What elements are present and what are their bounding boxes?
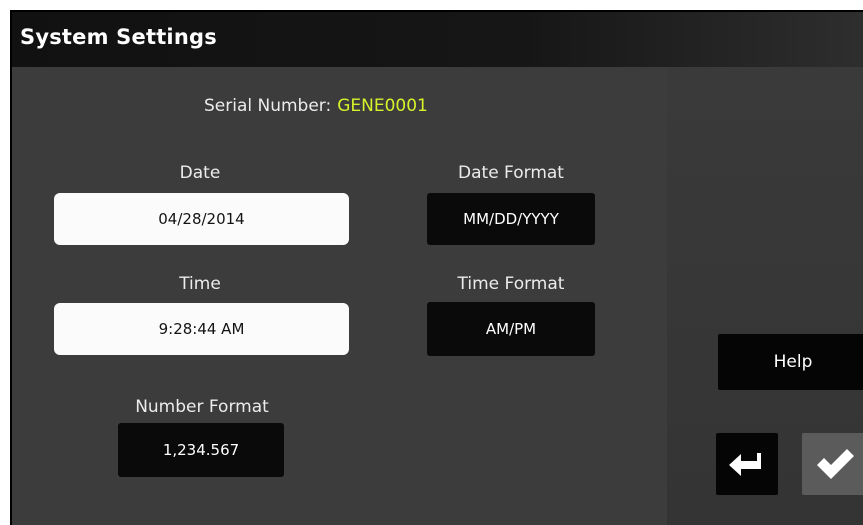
number-format-label: Number Format <box>135 397 269 417</box>
number-format-field[interactable]: 1,234.567 <box>118 423 284 477</box>
date-format-label: Date Format <box>458 163 564 183</box>
serial-number-row: Serial Number: GENE0001 <box>204 96 428 116</box>
time-format-field[interactable]: AM/PM <box>427 302 595 356</box>
back-button[interactable] <box>716 433 778 495</box>
help-button[interactable]: Help <box>718 334 863 390</box>
serial-number-value: GENE0001 <box>337 96 428 116</box>
help-button-label: Help <box>773 352 813 372</box>
date-format-field[interactable]: MM/DD/YYYY <box>427 193 595 245</box>
time-field[interactable]: 9:28:44 AM <box>54 303 349 355</box>
checkmark-icon <box>816 449 854 479</box>
time-label: Time <box>179 274 221 294</box>
serial-number-label: Serial Number: <box>204 96 332 116</box>
date-field[interactable]: 04/28/2014 <box>54 193 349 245</box>
date-label: Date <box>179 163 221 183</box>
title-bar: System Settings <box>12 12 863 67</box>
confirm-button[interactable] <box>802 433 863 495</box>
settings-window: System Settings Serial Number: GENE0001 D… <box>10 10 863 525</box>
window-title: System Settings <box>20 25 217 49</box>
return-arrow-icon <box>729 453 761 476</box>
screen: System Settings Serial Number: GENE0001 D… <box>0 0 863 525</box>
time-format-label: Time Format <box>457 274 565 294</box>
